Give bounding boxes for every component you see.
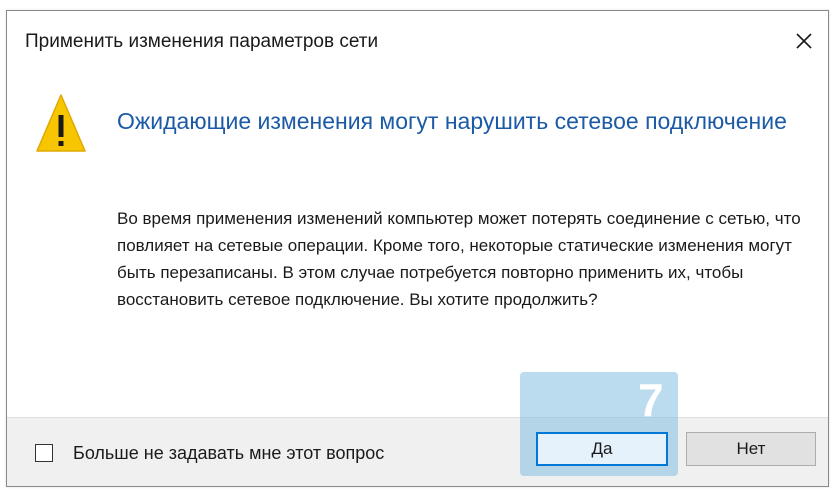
screen: Применить изменения параметров сети Ожид… [0,0,835,495]
close-icon [796,33,812,49]
dont-ask-again-checkbox[interactable] [35,444,53,462]
dont-ask-again-label[interactable]: Больше не задавать мне этот вопрос [73,443,384,464]
dialog-content-text: Во время применения изменений компьютер … [117,209,801,309]
dialog-titlebar: Применить изменения параметров сети [7,11,828,71]
apply-network-changes-dialog: Применить изменения параметров сети Ожид… [6,10,829,487]
step-number: 7 [638,374,664,426]
yes-button[interactable]: Да [536,432,668,466]
close-button[interactable] [786,23,822,59]
dialog-title: Применить изменения параметров сети [25,31,379,52]
main-instruction: Ожидающие изменения могут нарушить сетев… [117,108,787,134]
warning-icon [36,94,86,152]
no-button[interactable]: Нет [686,432,816,466]
